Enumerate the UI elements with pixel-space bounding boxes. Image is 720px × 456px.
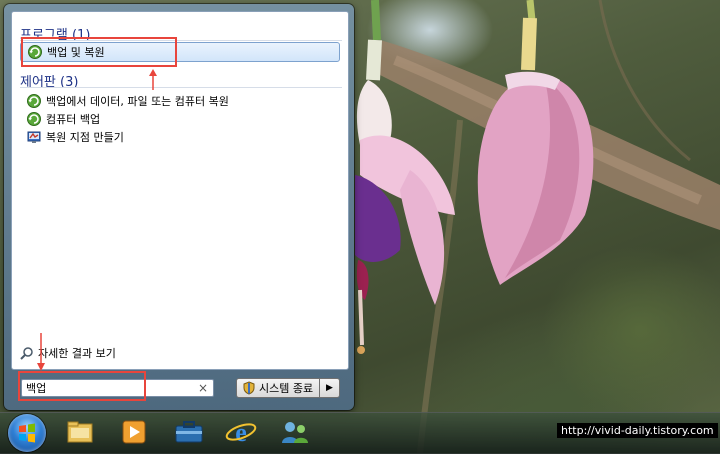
result-label: 백업에서 데이터, 파일 또는 컴퓨터 복원 (46, 95, 229, 108)
shutdown-options-button[interactable]: ▶ (320, 378, 340, 398)
start-orb[interactable] (8, 414, 46, 452)
annotation-arrow-up (149, 69, 157, 90)
highlight-box-result (21, 37, 177, 67)
highlight-box-search (18, 371, 146, 401)
windows-logo-icon (19, 423, 35, 443)
result-create-restore-point[interactable]: 복원 지점 만들기 (20, 127, 340, 147)
svg-text:e: e (235, 418, 247, 447)
backup-restore-icon (27, 94, 41, 108)
explorer-icon[interactable] (63, 415, 97, 449)
result-backup-computer[interactable]: 컴퓨터 백업 (20, 109, 340, 129)
backup-restore-icon (27, 112, 41, 126)
result-label: 컴퓨터 백업 (46, 113, 101, 126)
result-restore-from-backup[interactable]: 백업에서 데이터, 파일 또는 컴퓨터 복원 (20, 91, 340, 111)
group-divider (20, 87, 342, 88)
see-more-results-link[interactable]: 자세한 결과 보기 (20, 345, 116, 361)
clear-icon[interactable]: × (198, 381, 208, 395)
shield-icon (243, 381, 255, 395)
see-more-label: 자세한 결과 보기 (38, 347, 116, 360)
watermark-url: http://vivid-daily.tistory.com (557, 423, 718, 438)
users-icon[interactable] (278, 415, 312, 449)
media-player-icon[interactable] (117, 415, 151, 449)
search-icon (20, 347, 33, 360)
toolbox-icon[interactable] (172, 415, 206, 449)
internet-explorer-icon[interactable]: e (224, 415, 258, 449)
shutdown-label: 시스템 종료 (259, 382, 314, 395)
result-label: 복원 지점 만들기 (46, 131, 124, 144)
shutdown-button[interactable]: 시스템 종료 (236, 378, 320, 398)
annotation-arrow-down (37, 333, 45, 371)
system-restore-icon (27, 131, 41, 143)
